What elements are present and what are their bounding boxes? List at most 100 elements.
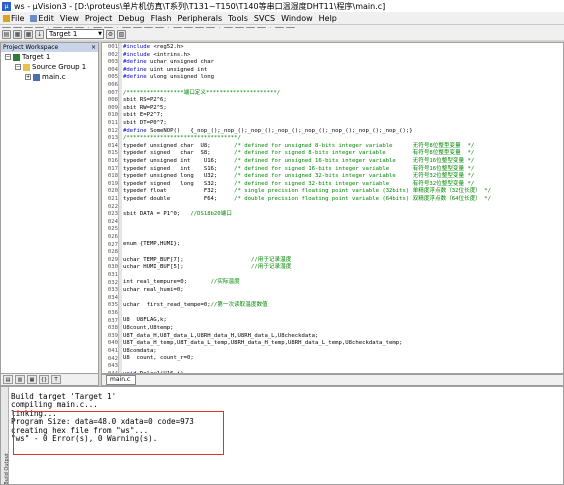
code-line[interactable]: sbit DATA = P1^0; //DS18b20端口 xyxy=(123,211,491,219)
code-line[interactable]: #define uint unsigned int xyxy=(123,67,491,75)
menu-view[interactable]: View xyxy=(57,14,82,23)
code-text: typedef signed char S8; xyxy=(123,150,235,157)
tree-item[interactable]: − Target 1 xyxy=(1,52,98,62)
menu-window[interactable]: Window xyxy=(278,14,316,23)
code-text: sbit E=P2^7; xyxy=(123,112,164,119)
code-line[interactable]: U8T_data_H_temp,U8T_data_L_temp,U8RH_dat… xyxy=(123,340,491,348)
target-options-icon[interactable]: ⚙ xyxy=(106,29,115,39)
breakpoint-gutter[interactable] xyxy=(119,43,122,373)
tree-expander-icon[interactable]: + xyxy=(25,74,31,80)
code-comment: /* double precision floating point varia… xyxy=(234,195,492,202)
line-number: 041 xyxy=(107,348,118,354)
code-line[interactable]: #define ulong unsigned long xyxy=(123,74,491,82)
code-line[interactable] xyxy=(123,82,491,90)
line-number: 010 xyxy=(107,112,118,119)
code-line[interactable]: typedef double F64; /* double precision … xyxy=(123,196,491,204)
code-line[interactable] xyxy=(123,295,491,303)
regs-tab-icon[interactable]: ▥ xyxy=(15,375,25,384)
code-line[interactable] xyxy=(123,310,491,318)
line-number: 006 xyxy=(107,82,118,88)
tree-expander-icon[interactable]: − xyxy=(15,64,21,70)
output-side-bar: Build Output xyxy=(1,387,10,484)
code-line[interactable]: uchar HUMI_BUF[5]; //用于记录湿度 xyxy=(123,264,491,272)
code-comment: //第一次读取温度数值 xyxy=(210,302,268,309)
line-number: 003 xyxy=(107,59,118,66)
tree-item-label: Source Group 1 xyxy=(32,63,87,71)
menu-debug[interactable]: Debug xyxy=(115,14,147,23)
menu-peripherals[interactable]: Peripherals xyxy=(175,14,226,23)
code-line[interactable] xyxy=(123,272,491,280)
code-line[interactable]: U8count,U8temp; xyxy=(123,325,491,333)
line-number: 037 xyxy=(107,317,118,324)
code-line[interactable]: typedef float F32; /* single precision f… xyxy=(123,188,491,196)
code-line[interactable]: /*********************************/ xyxy=(123,135,491,143)
menu-project[interactable]: Project xyxy=(82,14,115,23)
code-text: U8count,U8temp; xyxy=(123,324,174,331)
code-line[interactable]: U8 count, count_r=0; xyxy=(123,355,491,363)
code-line[interactable]: U8 U8FLAG,k; xyxy=(123,317,491,325)
menu-label: SVCS xyxy=(253,13,276,23)
editor-tab-main-c[interactable]: main.c xyxy=(106,375,136,385)
menu-tools[interactable]: Tools xyxy=(225,14,251,23)
menu-svcs[interactable]: SVCS xyxy=(251,14,278,23)
code-line[interactable] xyxy=(123,234,491,242)
menu-help[interactable]: Help xyxy=(316,14,340,23)
code-line[interactable]: #include <reg52.h> xyxy=(123,44,491,52)
menu-flash[interactable]: Flash xyxy=(148,14,175,23)
code-line[interactable]: typedef unsigned long U32; /* defined fo… xyxy=(123,173,491,181)
code-line[interactable]: uchar first_read_tempe=0;//第一次读取温度数值 xyxy=(123,302,491,310)
functions-tab-icon[interactable]: {} xyxy=(39,375,49,384)
target-select[interactable]: Target 1 xyxy=(46,29,104,39)
menu-edit[interactable]: Edit xyxy=(27,14,57,23)
code-line[interactable]: uchar TEMP_BUF[7]; //用于记录温度 xyxy=(123,257,491,265)
line-number: 022 xyxy=(107,203,118,210)
code-line[interactable]: /*****************端口定义******************… xyxy=(123,90,491,98)
code-line[interactable]: U8comdata; xyxy=(123,348,491,356)
code-line[interactable]: #include <intrins.h> xyxy=(123,52,491,60)
code-line[interactable]: #define uchar unsigned char xyxy=(123,59,491,67)
code-line[interactable]: uchar real_humi=0; xyxy=(123,287,491,295)
code-line[interactable] xyxy=(123,249,491,257)
code-area[interactable]: #include <reg52.h> #include <intrins.h> #d… xyxy=(123,43,491,373)
menu-label: Help xyxy=(318,13,337,23)
tree-item[interactable]: + main.c xyxy=(1,72,98,82)
files-tab-icon[interactable]: ▤ xyxy=(3,375,13,384)
code-line[interactable]: sbit RW=P2^5; xyxy=(123,105,491,113)
download-icon[interactable]: ↓ xyxy=(35,29,44,39)
templates-tab-icon[interactable]: T xyxy=(51,375,61,384)
code-comment: //DS18b20端口 xyxy=(190,211,232,218)
code-text: uchar unsigned char xyxy=(149,59,214,66)
code-text: sbit DATA = P1^0; xyxy=(123,211,191,218)
close-icon[interactable]: × xyxy=(91,44,96,51)
manage-components-icon[interactable]: ▧ xyxy=(117,29,126,39)
code-line[interactable]: enum {TEMP,HUMI}; xyxy=(123,241,491,249)
code-line[interactable] xyxy=(123,363,491,371)
code-text: sbit RS=P2^6; xyxy=(123,97,167,104)
code-line[interactable] xyxy=(123,203,491,211)
code-comment: //用于记录湿度 xyxy=(250,264,292,271)
build-icon[interactable]: ▦ xyxy=(13,29,22,39)
tree-expander-icon[interactable]: − xyxy=(5,54,11,60)
code-line[interactable]: sbit DT=P0^7; xyxy=(123,120,491,128)
code-line[interactable]: int real_tempure=0; //实际温度 xyxy=(123,279,491,287)
compile-icon[interactable]: ▤ xyxy=(2,29,11,39)
code-line[interactable]: typedef signed char S8; /* defined for s… xyxy=(123,150,491,158)
line-number: 035 xyxy=(107,302,118,309)
code-comment: /*********************************/ xyxy=(123,135,241,142)
code-line[interactable]: sbit RS=P2^6; xyxy=(123,97,491,105)
books-tab-icon[interactable]: ▦ xyxy=(27,375,37,384)
code-text: U8 U8FLAG,k; xyxy=(123,317,167,324)
code-line[interactable] xyxy=(123,226,491,234)
target-folder-icon xyxy=(13,53,20,61)
code-line[interactable]: #define SomeNOP() {_nop_();_nop_();_nop_… xyxy=(123,128,491,136)
code-line[interactable]: sbit E=P2^7; xyxy=(123,112,491,120)
line-number: 004 xyxy=(107,66,118,73)
code-line[interactable]: typedef unsigned int U16; /* defined for… xyxy=(123,158,491,166)
menu-file[interactable]: File xyxy=(0,14,27,23)
code-line[interactable] xyxy=(123,219,491,227)
code-editor[interactable]: 001 002 003 004 005 006 007 008 009 010 011 012 013 0… xyxy=(101,42,564,374)
code-line[interactable]: U8T_data_H,U8T_data_L,U8RH_data_H,U8RH_d… xyxy=(123,333,491,341)
rebuild-icon[interactable]: ▦ xyxy=(24,29,33,39)
code-line[interactable]: typedef signed int S16; /* defined for s… xyxy=(123,166,491,174)
tree-item[interactable]: − Source Group 1 xyxy=(1,62,98,72)
